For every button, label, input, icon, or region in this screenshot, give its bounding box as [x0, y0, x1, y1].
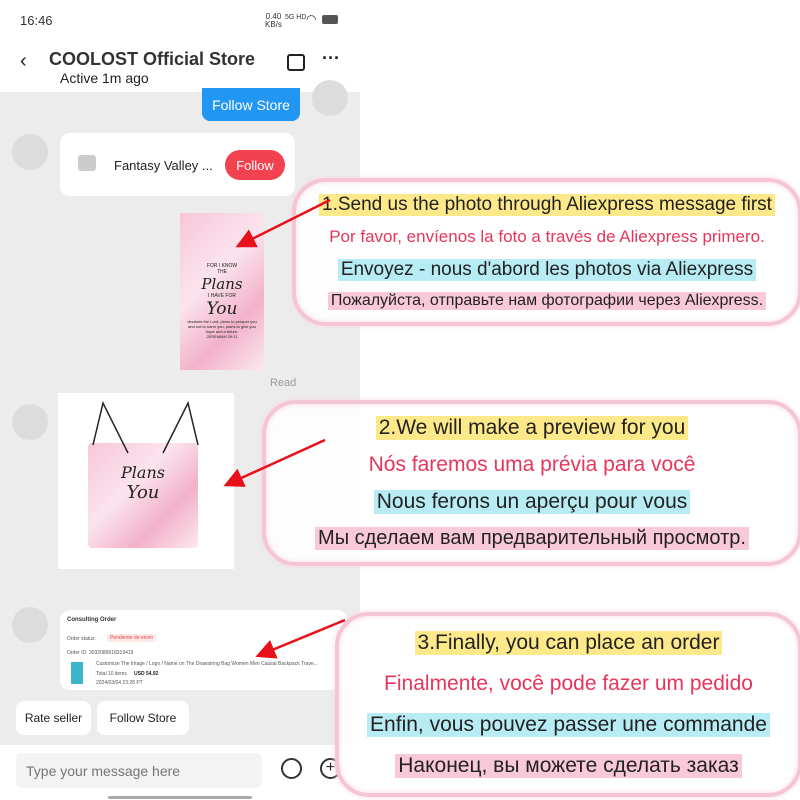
store-title[interactable]: COOLOST Official Store	[49, 49, 255, 70]
clock: 16:46	[20, 13, 53, 28]
message-input[interactable]	[16, 753, 262, 788]
store-avatar	[12, 607, 48, 643]
instruction-es: Por favor, envíenos la foto a través de …	[329, 227, 765, 247]
active-status: Active 1m ago	[60, 70, 149, 86]
instruction-en: 2.We will make a preview for you	[375, 416, 689, 441]
chat-header: ‹ COOLOST Official Store Active 1m ago ·…	[0, 40, 360, 92]
follow-button[interactable]: Follow	[225, 150, 285, 180]
preview-image-message[interactable]: Plans You	[58, 393, 234, 569]
emoji-icon[interactable]	[281, 758, 302, 779]
order-card[interactable]: Consulting Order Order status: Pendiente…	[60, 610, 347, 690]
instruction-ru: Пожалуйста, отправьте нам фотографии чер…	[327, 292, 767, 311]
rate-seller-button[interactable]: Rate seller	[16, 701, 91, 735]
instruction-en: 1.Send us the photo through Aliexpress m…	[319, 193, 775, 216]
status-bar: 16:46 0.40 KB/s 5G HD ◠	[0, 0, 360, 40]
product-thumbnail	[71, 662, 83, 684]
photo-message[interactable]: FOR I KNOW THE Plans I HAVE FOR You decl…	[180, 213, 264, 370]
instruction-box-1: 1.Send us the photo through Aliexpress m…	[292, 178, 800, 326]
instruction-fr: Envoyez - nous d'abord les photos via Al…	[337, 258, 757, 281]
instruction-fr: Enfin, vous pouvez passer une commande	[367, 713, 770, 738]
store-icon[interactable]	[287, 54, 305, 71]
instruction-pt: Finalmente, você pode fazer um pedido	[384, 671, 753, 695]
store-card[interactable]: Fantasy Valley ... Follow	[60, 133, 295, 196]
order-status-badge: Pendiente de envío	[107, 634, 157, 642]
more-icon[interactable]: ···	[322, 48, 340, 69]
wifi-icon: ◠	[306, 12, 317, 26]
store-avatar	[12, 404, 48, 440]
instruction-ru: Наконец, вы можете сделать заказ	[395, 754, 742, 779]
read-receipt: Read	[270, 377, 297, 389]
store-avatar	[12, 134, 48, 170]
instruction-en: 3.Finally, you can place an order	[414, 630, 723, 655]
home-indicator	[108, 796, 252, 799]
back-icon[interactable]: ‹	[20, 50, 27, 73]
follow-store-bubble[interactable]: Follow Store	[202, 88, 300, 121]
instruction-ru: Мы сделаем вам предварительный просмотр.	[315, 526, 749, 550]
user-avatar	[312, 80, 348, 116]
instruction-fr: Nous ferons un aperçu pour vous	[373, 489, 691, 514]
store-card-name: Fantasy Valley ...	[114, 158, 213, 173]
follow-store-button[interactable]: Follow Store	[97, 701, 189, 735]
shop-icon	[78, 155, 96, 171]
composer: +	[0, 745, 360, 800]
instruction-box-2: 2.We will make a preview for you Nós far…	[262, 400, 800, 566]
signal-icon: 5G HD	[285, 14, 307, 21]
instruction-pt: Nós faremos uma prévia para você	[368, 453, 696, 477]
network-speed: 0.40 KB/s	[265, 12, 282, 29]
instruction-box-3: 3.Finally, you can place an order Finalm…	[335, 612, 800, 797]
battery-icon	[322, 15, 338, 24]
